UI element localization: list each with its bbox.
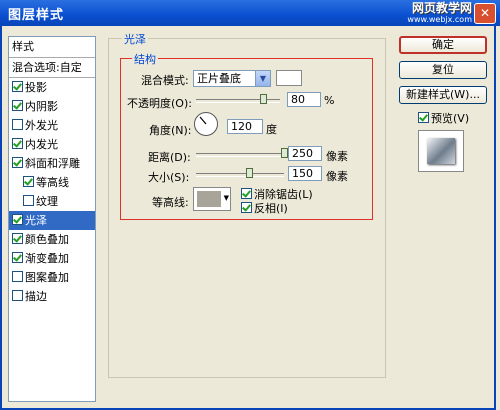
distance-input[interactable]: 250 bbox=[288, 146, 322, 161]
style-item-checkbox[interactable] bbox=[12, 157, 23, 168]
distance-slider-track[interactable] bbox=[196, 153, 284, 157]
style-item-checkbox[interactable] bbox=[12, 233, 23, 244]
preview-label: 预览(V) bbox=[431, 112, 470, 125]
style-item-checkbox[interactable] bbox=[12, 290, 23, 301]
size-input[interactable]: 150 bbox=[288, 166, 322, 181]
style-item-checkbox[interactable] bbox=[12, 271, 23, 282]
satin-group-title: 光泽 bbox=[122, 31, 148, 47]
angle-input[interactable]: 120 bbox=[227, 119, 263, 134]
style-item-label: 投影 bbox=[25, 81, 47, 94]
watermark-line1: 网页教学网 bbox=[411, 1, 472, 15]
style-item[interactable]: 外发光 bbox=[9, 116, 95, 135]
style-item[interactable]: 描边 bbox=[9, 287, 95, 306]
style-item-checkbox[interactable] bbox=[12, 252, 23, 263]
ok-button[interactable]: 确定 bbox=[399, 36, 487, 54]
close-button[interactable]: ✕ bbox=[474, 3, 496, 24]
style-item-label: 混合选项:自定 bbox=[12, 61, 82, 74]
preview-checkbox[interactable] bbox=[418, 112, 429, 123]
distance-slider-thumb[interactable] bbox=[281, 148, 288, 158]
style-item[interactable]: 斜面和浮雕 bbox=[9, 154, 95, 173]
watermark-line2: www.webjx.com bbox=[407, 15, 472, 24]
title-bar: 图层样式 网页教学网 www.webjx.com ✕ bbox=[0, 0, 500, 26]
size-unit: 像素 bbox=[326, 170, 348, 183]
style-item-label: 等高线 bbox=[36, 176, 69, 189]
opacity-label: 不透明度(O): bbox=[127, 97, 192, 110]
color-swatch[interactable] bbox=[276, 70, 302, 86]
style-item-label: 斜面和浮雕 bbox=[25, 157, 80, 170]
structure-group-title: 结构 bbox=[132, 51, 158, 67]
invert-checkbox[interactable] bbox=[241, 202, 252, 213]
style-item-checkbox[interactable] bbox=[23, 195, 34, 206]
style-item-checkbox[interactable] bbox=[12, 214, 23, 225]
style-item-checkbox[interactable] bbox=[12, 119, 23, 130]
style-item[interactable]: 混合选项:自定 bbox=[9, 58, 95, 78]
style-item-label: 外发光 bbox=[25, 119, 58, 132]
new-style-button[interactable]: 新建样式(W)... bbox=[399, 86, 487, 104]
style-item-label: 光泽 bbox=[25, 214, 47, 227]
styles-list: 样式 混合选项:自定投影内阴影外发光内发光斜面和浮雕等高线纹理光泽颜色叠加渐变叠… bbox=[8, 36, 96, 402]
window-title: 图层样式 bbox=[8, 8, 65, 23]
style-item-label: 内阴影 bbox=[25, 100, 58, 113]
style-item[interactable]: 等高线 bbox=[9, 173, 95, 192]
style-item[interactable]: 内阴影 bbox=[9, 97, 95, 116]
size-slider-thumb[interactable] bbox=[245, 168, 253, 178]
opacity-slider-thumb[interactable] bbox=[260, 94, 268, 104]
opacity-input[interactable]: 80 bbox=[287, 92, 321, 107]
style-item-checkbox[interactable] bbox=[12, 100, 23, 111]
style-item-checkbox[interactable] bbox=[12, 81, 23, 92]
distance-unit: 像素 bbox=[326, 150, 348, 163]
contour-label: 等高线: bbox=[152, 196, 189, 209]
style-item-label: 颜色叠加 bbox=[25, 233, 69, 246]
style-item-label: 图案叠加 bbox=[25, 271, 69, 284]
blend-mode-label: 混合模式: bbox=[141, 74, 189, 87]
angle-dial-needle-icon bbox=[199, 116, 207, 125]
preview-swatch bbox=[427, 138, 455, 164]
angle-dial[interactable] bbox=[194, 112, 218, 136]
contour-preview bbox=[197, 191, 221, 207]
style-item-checkbox[interactable] bbox=[12, 138, 23, 149]
style-item[interactable]: 投影 bbox=[9, 78, 95, 97]
blend-mode-value: 正片叠底 bbox=[197, 72, 241, 85]
chevron-down-icon: ▼ bbox=[223, 194, 229, 202]
style-item[interactable]: 图案叠加 bbox=[9, 268, 95, 287]
style-item-label: 纹理 bbox=[36, 195, 58, 208]
antialias-checkbox[interactable] bbox=[241, 188, 252, 199]
style-item[interactable]: 渐变叠加 bbox=[9, 249, 95, 268]
angle-unit: 度 bbox=[266, 123, 277, 136]
style-item[interactable]: 内发光 bbox=[9, 135, 95, 154]
blend-mode-select[interactable]: 正片叠底 ▼ bbox=[193, 70, 271, 87]
reset-button[interactable]: 复位 bbox=[399, 61, 487, 79]
style-item-checkbox[interactable] bbox=[23, 176, 34, 187]
size-label: 大小(S): bbox=[148, 171, 190, 184]
style-preview bbox=[418, 130, 464, 172]
styles-list-header[interactable]: 样式 bbox=[9, 37, 95, 58]
invert-option[interactable]: 反相(I) bbox=[241, 200, 288, 216]
style-item[interactable]: 光泽 bbox=[9, 211, 95, 230]
angle-label: 角度(N): bbox=[149, 124, 192, 137]
chevron-down-icon: ▼ bbox=[255, 71, 270, 86]
opacity-unit: % bbox=[324, 94, 335, 107]
style-item-label: 渐变叠加 bbox=[25, 252, 69, 265]
opacity-slider-track[interactable] bbox=[196, 99, 280, 103]
distance-label: 距离(D): bbox=[148, 151, 191, 164]
style-item-label: 描边 bbox=[25, 290, 47, 303]
style-item[interactable]: 纹理 bbox=[9, 192, 95, 211]
watermark: 网页教学网 www.webjx.com bbox=[407, 1, 472, 25]
close-icon: ✕ bbox=[479, 6, 491, 20]
contour-picker[interactable]: ▼ bbox=[193, 187, 231, 211]
size-slider-track[interactable] bbox=[196, 173, 284, 177]
style-item[interactable]: 颜色叠加 bbox=[9, 230, 95, 249]
invert-label: 反相(I) bbox=[254, 202, 288, 215]
style-item-label: 内发光 bbox=[25, 138, 58, 151]
preview-option[interactable]: 预览(V) bbox=[418, 110, 469, 126]
